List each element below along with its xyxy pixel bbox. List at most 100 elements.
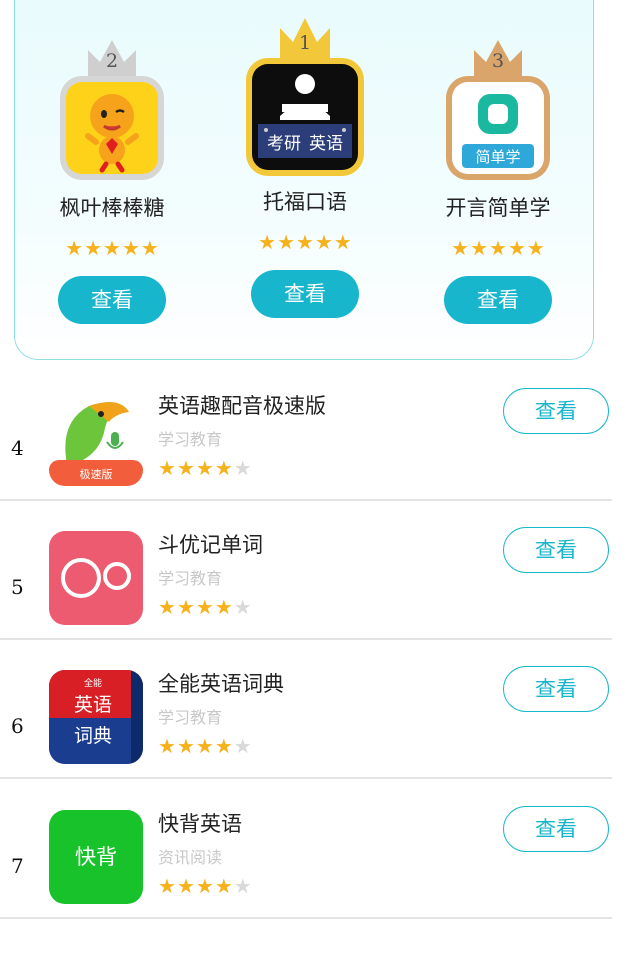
podium-item-1[interactable]: 1 考研 英语 托福口语 ★ ★ ★ ★ ★ 查看 [220, 0, 390, 360]
rank-number: 6 [11, 714, 24, 738]
star-filled-icon: ★ [214, 734, 233, 758]
divider [0, 777, 612, 779]
star-filled-icon: ★ [65, 236, 84, 260]
rating-stars: ★ ★ ★ ★ ★ [158, 736, 252, 756]
parrot-mic-icon: 极速版 [49, 402, 143, 486]
star-filled-icon: ★ [158, 456, 176, 480]
app-icon: 快背 [49, 810, 143, 904]
app-name: 斗优记单词 [158, 533, 263, 557]
icon-text: 快背 [75, 845, 117, 869]
star-filled-icon: ★ [176, 874, 195, 898]
app-name: 快背英语 [158, 812, 242, 836]
cartoon-baby-icon [85, 94, 139, 173]
view-button[interactable]: 查看 [503, 388, 609, 434]
kuaibei-icon: 快背 [75, 845, 117, 869]
icon-text-top: 全能 [84, 677, 102, 689]
star-filled-icon: ★ [195, 456, 214, 480]
list-item[interactable]: 6 全能 英语 词典 全能英语词典 学习教育 ★ ★ ★ ★ ★ 查看 [0, 666, 627, 819]
star-filled-icon: ★ [158, 734, 176, 758]
divider [0, 917, 612, 919]
star-filled-icon: ★ [296, 230, 314, 254]
app-icon-frame: 简单学 [446, 76, 550, 180]
view-button[interactable]: 查看 [251, 270, 359, 318]
rating-stars: ★ ★ ★ ★ ★ [158, 876, 252, 896]
view-button[interactable]: 查看 [58, 276, 166, 324]
star-empty-icon: ★ [233, 734, 252, 758]
top-three-podium: 2 枫叶棒棒糖 ★ ★ ★ ★ ★ 查看 1 考研 英语 托福口语 ★ ★ ★ … [14, 0, 594, 360]
rank-number: 7 [11, 854, 24, 878]
list-item[interactable]: 7 快背 快背英语 资讯阅读 ★ ★ ★ ★ ★ 查看 [0, 806, 627, 959]
kaoyan-english-icon: 考研 英语 [258, 74, 352, 158]
rank-number: 5 [11, 575, 24, 599]
app-category: 资讯阅读 [158, 848, 223, 867]
dictionary-book-icon: 全能 英语 词典 [49, 670, 143, 764]
rank-number: 1 [298, 32, 312, 54]
app-icon [49, 531, 143, 625]
view-button[interactable]: 查看 [503, 666, 609, 712]
app-category: 学习教育 [158, 430, 223, 449]
star-filled-icon: ★ [470, 236, 489, 260]
star-filled-icon: ★ [176, 456, 195, 480]
star-filled-icon: ★ [333, 230, 352, 254]
rating-stars: ★ ★ ★ ★ ★ [65, 238, 159, 258]
star-empty-icon: ★ [233, 595, 252, 619]
app-icon-frame [60, 76, 164, 180]
jiandanxue-icon: 简单学 [462, 94, 534, 168]
list-item[interactable]: 4 极速版 英语趣配音极速版 学习教育 ★ ★ ★ ★ ★ 查看 [0, 388, 627, 541]
star-filled-icon: ★ [121, 236, 140, 260]
icon-text: 极速版 [80, 467, 113, 481]
app-name: 枫叶棒棒糖 [59, 196, 165, 220]
list-item[interactable]: 5 斗优记单词 学习教育 ★ ★ ★ ★ ★ 查看 [0, 527, 627, 680]
icon-text: 简单学 [475, 148, 520, 166]
app-name: 托福口语 [263, 190, 347, 214]
star-empty-icon: ★ [233, 874, 252, 898]
star-filled-icon: ★ [489, 236, 507, 260]
rating-stars: ★ ★ ★ ★ ★ [258, 232, 352, 252]
app-category: 学习教育 [158, 569, 223, 588]
star-filled-icon: ★ [451, 236, 470, 260]
view-button[interactable]: 查看 [503, 806, 609, 852]
rank-number: 4 [11, 436, 24, 460]
star-filled-icon: ★ [103, 236, 121, 260]
view-button[interactable]: 查看 [444, 276, 552, 324]
star-filled-icon: ★ [195, 874, 214, 898]
app-category: 学习教育 [158, 708, 223, 727]
app-icon: 全能 英语 词典 [49, 670, 143, 764]
icon-text-right: 英语 [309, 134, 343, 154]
star-filled-icon: ★ [214, 595, 233, 619]
star-filled-icon: ★ [158, 595, 176, 619]
icon-text-bot: 词典 [74, 725, 112, 747]
star-empty-icon: ★ [233, 456, 252, 480]
star-filled-icon: ★ [176, 734, 195, 758]
rating-stars: ★ ★ ★ ★ ★ [158, 458, 252, 478]
star-filled-icon: ★ [176, 595, 195, 619]
app-icon: 极速版 [49, 392, 143, 486]
rating-stars: ★ ★ ★ ★ ★ [451, 238, 545, 258]
star-filled-icon: ★ [195, 734, 214, 758]
app-name: 全能英语词典 [158, 672, 284, 696]
app-icon-frame: 考研 英语 [246, 58, 364, 176]
rating-stars: ★ ★ ★ ★ ★ [158, 597, 252, 617]
star-filled-icon: ★ [84, 236, 103, 260]
app-name: 开言简单学 [445, 196, 551, 220]
podium-item-3[interactable]: 3 简单学 开言简单学 ★ ★ ★ ★ ★ 查看 [413, 0, 583, 360]
view-button[interactable]: 查看 [503, 527, 609, 573]
divider [0, 638, 612, 640]
icon-text-mid: 英语 [74, 694, 112, 716]
star-filled-icon: ★ [195, 595, 214, 619]
star-filled-icon: ★ [214, 456, 233, 480]
rank-number: 3 [491, 50, 505, 72]
star-filled-icon: ★ [507, 236, 526, 260]
rank-number: 2 [105, 50, 119, 72]
star-filled-icon: ★ [314, 230, 333, 254]
divider [0, 499, 612, 501]
star-filled-icon: ★ [277, 230, 296, 254]
icon-text-left: 考研 [267, 134, 301, 154]
star-filled-icon: ★ [158, 874, 176, 898]
star-filled-icon: ★ [258, 230, 277, 254]
star-filled-icon: ★ [214, 874, 233, 898]
star-filled-icon: ★ [526, 236, 545, 260]
app-name: 英语趣配音极速版 [158, 394, 326, 418]
podium-item-2[interactable]: 2 枫叶棒棒糖 ★ ★ ★ ★ ★ 查看 [27, 0, 197, 360]
star-filled-icon: ★ [140, 236, 159, 260]
